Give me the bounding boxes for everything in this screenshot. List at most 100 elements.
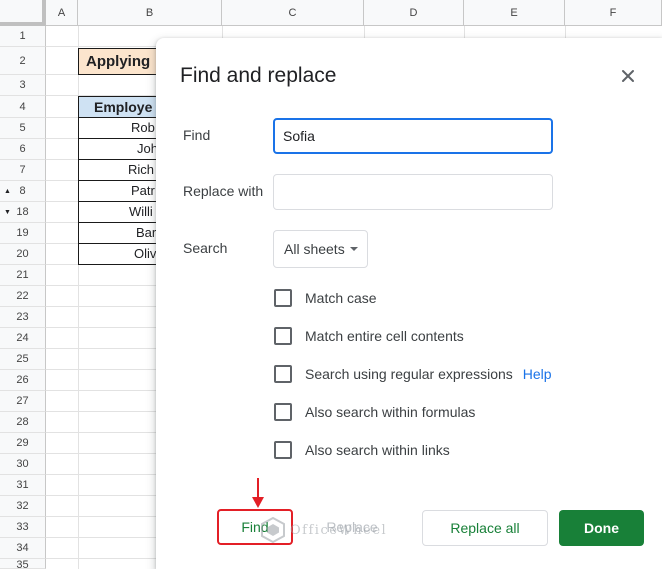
row-number: 27 [16,395,29,407]
row-header[interactable]: 34 [0,538,46,559]
table-cell[interactable]: Rich [78,160,168,181]
row-number: 26 [16,374,29,386]
row-header[interactable]: 30 [0,454,46,475]
row-number: 28 [16,416,29,428]
option-label: Also search within formulas [305,404,476,420]
row-header[interactable]: 20 [0,244,46,265]
table-cell[interactable]: Bar [78,223,168,244]
row-number: 7 [19,164,26,176]
option-match-entire-cell[interactable]: Match entire cell contents [274,326,464,346]
row-number: 19 [16,227,29,239]
row-header[interactable]: 26 [0,370,46,391]
column-header-d[interactable]: D [364,0,464,26]
done-button[interactable]: Done [559,510,644,546]
officewheel-logo-icon [261,517,285,543]
checkbox[interactable] [274,403,292,421]
row-header[interactable]: 23 [0,307,46,328]
watermark: OfficeWheel [260,516,387,544]
table-cell[interactable]: Patr [78,181,168,202]
option-label: Search using regular expressions [305,366,513,382]
row-header[interactable]: 31 [0,475,46,496]
option-search-formulas[interactable]: Also search within formulas [274,402,475,422]
expand-rows-up-icon[interactable]: ▲ [4,188,11,195]
row-number: 22 [16,290,29,302]
row-header[interactable]: 2 [0,47,46,75]
row-header[interactable]: 5 [0,118,46,139]
row-header[interactable]: 6 [0,139,46,160]
row-header[interactable]: 19 [0,223,46,244]
row-number: 31 [16,479,29,491]
row-header[interactable]: 27 [0,391,46,412]
search-scope-value: All sheets [284,241,345,257]
find-and-replace-dialog: Find and replace Find Replace with Searc… [156,38,662,569]
row-number: 30 [16,458,29,470]
table-cell[interactable]: Oliv [78,244,168,265]
table-cell[interactable]: Rob [78,118,168,139]
row-number: 1 [19,30,26,42]
row-number: 35 [16,559,29,569]
row-header[interactable]: 22 [0,286,46,307]
table-header-cell[interactable]: Employe [78,96,168,118]
row-number: 21 [16,269,29,281]
row-number: 29 [16,437,29,449]
find-label: Find [183,127,211,143]
column-header-e[interactable]: E [464,0,565,26]
dialog-title: Find and replace [180,64,337,87]
replace-all-button[interactable]: Replace all [422,510,548,546]
row-header[interactable]: 28 [0,412,46,433]
checkbox[interactable] [274,327,292,345]
option-label: Match entire cell contents [305,328,464,344]
option-label: Also search within links [305,442,450,458]
find-input[interactable] [273,118,553,154]
row-number: 20 [16,248,29,260]
row-header[interactable]: 21 [0,265,46,286]
column-header-c[interactable]: C [222,0,364,26]
row-header[interactable]: ▲ 8 [0,181,46,202]
expand-rows-down-icon[interactable]: ▼ [4,209,11,216]
row-header[interactable]: 25 [0,349,46,370]
help-link[interactable]: Help [523,366,552,382]
title-cell[interactable]: Applying [78,48,168,75]
checkbox[interactable] [274,365,292,383]
annotation-arrow-icon [252,478,264,508]
column-header-b[interactable]: B [78,0,222,26]
row-number: 8 [19,185,26,197]
row-header[interactable]: ▼ 18 [0,202,46,223]
row-header[interactable]: 24 [0,328,46,349]
row-header[interactable]: 33 [0,517,46,538]
row-header[interactable]: 32 [0,496,46,517]
row-number: 3 [19,79,26,91]
row-header[interactable]: 3 [0,75,46,96]
replace-with-label: Replace with [183,183,264,199]
row-number: 24 [16,332,29,344]
option-regular-expressions[interactable]: Search using regular expressions Help [274,364,552,384]
dropdown-caret-icon [350,247,358,251]
row-header[interactable]: 35 [0,559,46,569]
search-scope-dropdown[interactable]: All sheets [273,230,368,268]
replace-with-input[interactable] [273,174,553,210]
column-header-a[interactable]: A [46,0,78,26]
row-header[interactable]: 29 [0,433,46,454]
close-icon [622,70,634,82]
checkbox[interactable] [274,441,292,459]
close-button[interactable] [618,66,638,86]
row-header[interactable]: 4 [0,96,46,118]
watermark-text: OfficeWheel [290,522,388,538]
row-number: 18 [16,206,29,218]
row-number: 5 [19,122,26,134]
row-number: 6 [19,143,26,155]
checkbox[interactable] [274,289,292,307]
row-number: 4 [19,100,26,113]
option-search-links[interactable]: Also search within links [274,440,450,460]
column-header-f[interactable]: F [565,0,662,26]
select-all-corner[interactable] [0,0,46,26]
option-match-case[interactable]: Match case [274,288,377,308]
row-header[interactable]: 7 [0,160,46,181]
row-number: 23 [16,311,29,323]
row-number: 25 [16,353,29,365]
table-cell[interactable]: Willi [78,202,168,223]
row-number: 32 [16,500,29,512]
row-number: 2 [19,54,26,67]
row-header[interactable]: 1 [0,26,46,47]
table-cell[interactable]: Joh [78,139,168,160]
